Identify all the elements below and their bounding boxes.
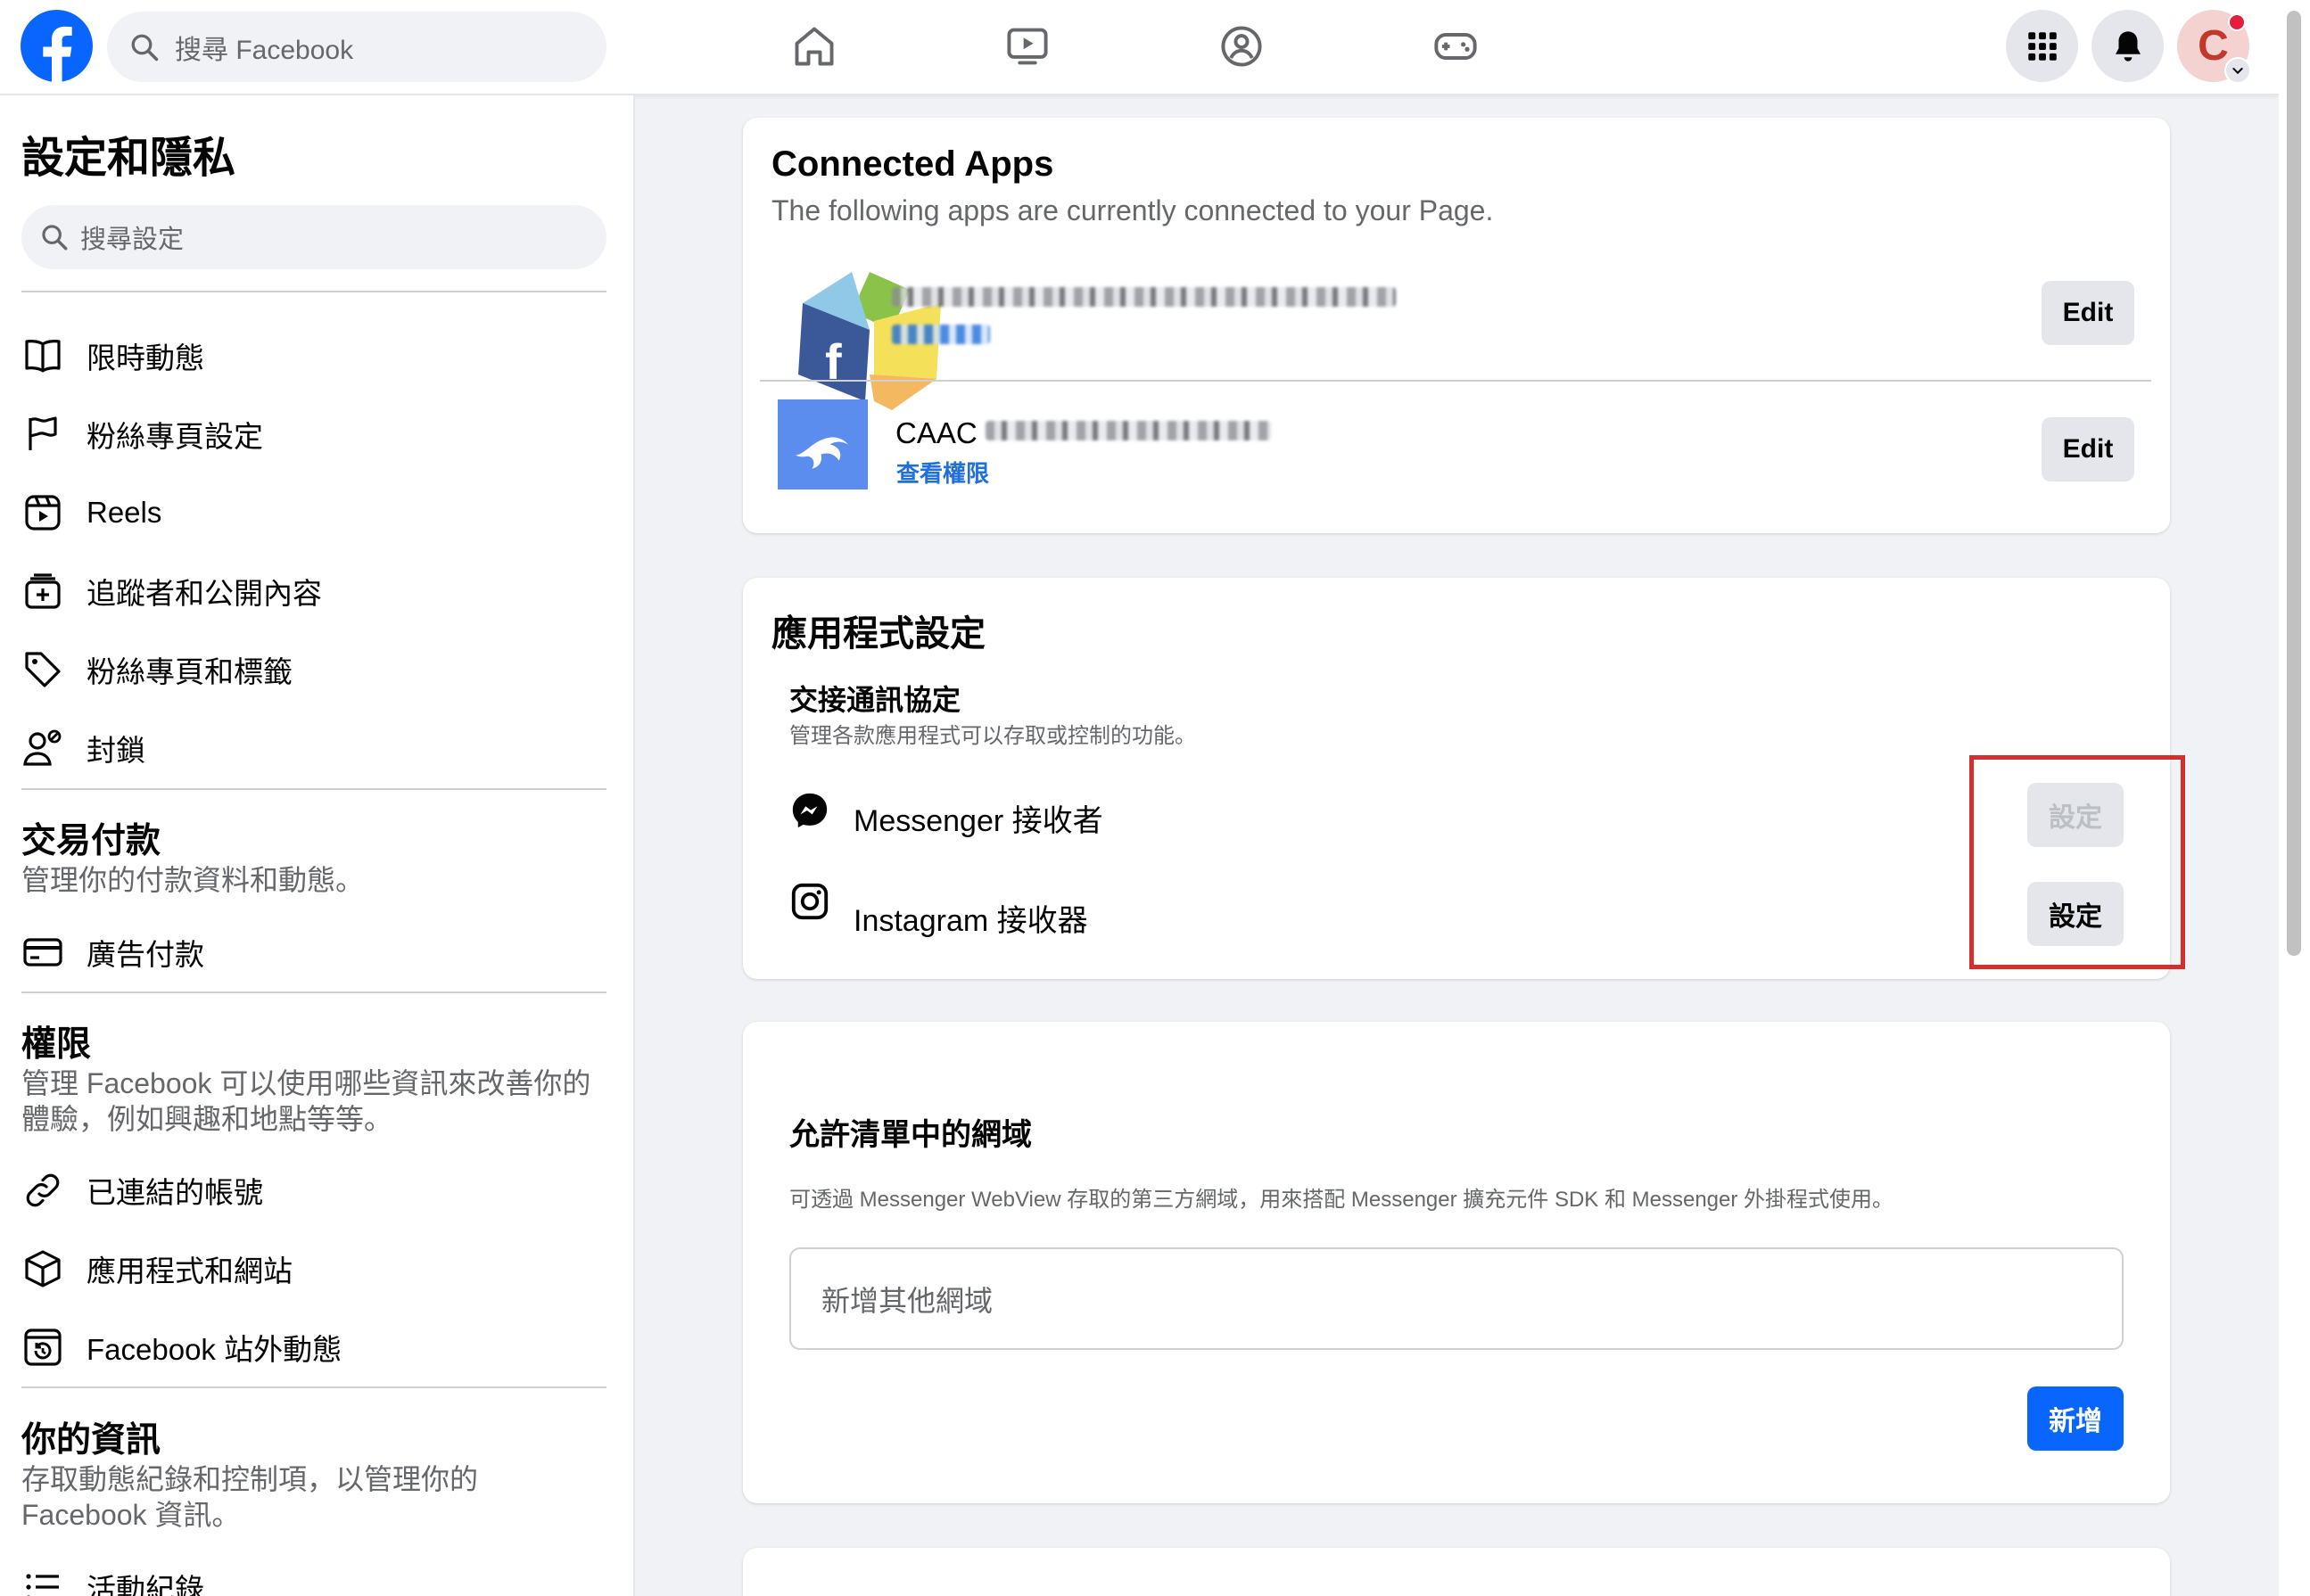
sidebar-item-label: 封鎖	[87, 734, 145, 767]
credit-card-icon	[23, 938, 62, 967]
menu-grid-icon[interactable]	[2006, 10, 2078, 82]
sidebar-item-label: 追蹤者和公開內容	[87, 577, 322, 610]
sidebar-item-page-settings[interactable]: 粉絲專頁設定	[21, 402, 606, 466]
person-block-icon	[23, 729, 62, 766]
instagram-icon	[789, 881, 830, 922]
sidebar-item-label: 限時動態	[87, 341, 204, 374]
edit-app-button[interactable]: Edit	[2042, 281, 2134, 345]
domain-input-placeholder: 新增其他網域	[821, 1284, 994, 1317]
connected-apps-title: Connected Apps	[771, 144, 1054, 184]
domain-input[interactable]: 新增其他網域	[789, 1247, 2124, 1350]
search-icon	[131, 34, 159, 61]
sidebar-item-linked-accounts[interactable]: 已連結的帳號	[21, 1158, 606, 1222]
highlight-box	[1969, 755, 2185, 969]
stack-plus-icon	[25, 573, 61, 609]
account-avatar[interactable]: C	[2177, 10, 2251, 84]
section-desc-permissions: 管理 Facebook 可以使用哪些資訊來改善你的體驗，例如興趣和地點等等。	[21, 1067, 591, 1135]
caac-app-logo-icon	[778, 399, 868, 489]
divider	[21, 991, 606, 993]
whitelist-title: 允許清單中的網域	[789, 1118, 1032, 1152]
facebook-search-input[interactable]: 搜尋 Facebook	[107, 12, 606, 82]
scrollbar-thumb[interactable]	[2287, 11, 2301, 956]
settings-search-input[interactable]: 搜尋設定	[21, 205, 606, 269]
whitelist-desc: 可透過 Messenger WebView 存取的第三方網域，用來搭配 Mess…	[789, 1188, 1894, 1212]
sidebar-item-label: Facebook 站外動態	[87, 1333, 342, 1366]
sidebar-title: 設定和隱私	[21, 135, 236, 182]
add-domain-button[interactable]: 新增	[2027, 1386, 2124, 1451]
gaming-icon[interactable]	[1429, 20, 1482, 73]
next-card	[743, 1548, 2170, 1596]
sidebar-item-blocking[interactable]: 封鎖	[21, 716, 606, 780]
sidebar-item-activity-log[interactable]: 活動紀錄	[21, 1555, 606, 1596]
app-link-redacted[interactable]	[892, 325, 990, 344]
messenger-icon	[789, 790, 830, 831]
connected-apps-subtitle: The following apps are currently connect…	[771, 194, 1494, 226]
sidebar-item-reels[interactable]: Reels	[21, 481, 606, 545]
sidebar-item-label: 廣告付款	[87, 938, 204, 971]
sidebar-item-ad-payments[interactable]: 廣告付款	[21, 920, 606, 984]
section-title-permissions: 權限	[21, 1025, 92, 1064]
handover-protocol-desc: 管理各款應用程式可以存取或控制的功能。	[789, 724, 1196, 748]
app-name-redacted	[892, 287, 1396, 307]
messenger-receiver-label: Messenger 接收者	[854, 804, 1103, 838]
sidebar-item-label: 粉絲專頁設定	[87, 420, 263, 453]
sidebar-item-followers[interactable]: 追蹤者和公開內容	[21, 559, 606, 623]
flag-icon	[29, 416, 57, 450]
search-icon	[42, 225, 68, 251]
instagram-receiver-label: Instagram 接收器	[854, 904, 1088, 938]
section-title-payments: 交易付款	[21, 822, 161, 860]
sidebar-item-label: 粉絲專頁和標籤	[87, 655, 293, 688]
sidebar-item-label: 應用程式和網站	[87, 1255, 293, 1287]
sidebar-item-tagging[interactable]: 粉絲專頁和標籤	[21, 638, 606, 702]
search-placeholder: 搜尋 Facebook	[175, 35, 354, 65]
divider	[21, 1386, 606, 1388]
app-id-redacted	[986, 421, 1271, 440]
section-title-your-info: 你的資訊	[21, 1421, 161, 1460]
link-icon	[26, 1173, 60, 1207]
sidebar-item-label: 已連結的帳號	[87, 1176, 263, 1209]
chevron-down-icon[interactable]	[2224, 57, 2251, 84]
section-desc-your-info: 存取動態紀錄和控制項，以管理你的 Facebook 資訊。	[21, 1463, 479, 1531]
notifications-bell-icon[interactable]	[2091, 10, 2164, 82]
settings-sidebar: 設定和隱私 搜尋設定 限時動態 粉絲專頁設定 Reels 追蹤者和公開內容 粉絲…	[0, 95, 635, 1596]
sidebar-item-label: 活動紀錄	[87, 1573, 204, 1596]
video-icon[interactable]	[1001, 20, 1054, 73]
handover-protocol-title: 交接通訊協定	[789, 684, 961, 716]
divider	[21, 788, 606, 790]
groups-icon[interactable]	[1215, 20, 1268, 73]
sidebar-item-label: Reels	[87, 496, 162, 529]
facebook-logo-icon[interactable]	[21, 10, 93, 82]
edit-caac-button[interactable]: Edit	[2042, 417, 2134, 481]
sidebar-item-apps-websites[interactable]: 應用程式和網站	[21, 1237, 606, 1301]
app-settings-title: 應用程式設定	[771, 614, 986, 654]
divider	[760, 380, 2151, 382]
sidebar-item-stories[interactable]: 限時動態	[21, 324, 606, 388]
avatar-letter: C	[2198, 22, 2229, 70]
settings-search-placeholder: 搜尋設定	[80, 226, 185, 254]
reels-icon	[25, 495, 61, 531]
list-icon	[26, 1574, 59, 1596]
caac-app-name: CAAC	[895, 416, 978, 449]
page-scrollbar[interactable]	[2279, 0, 2310, 1596]
section-desc-payments: 管理你的付款資料和動態。	[21, 864, 365, 896]
cube-icon	[25, 1250, 61, 1287]
top-navigation-bar: 搜尋 Facebook C	[0, 0, 2279, 95]
book-icon	[25, 340, 61, 373]
sidebar-item-off-facebook-activity[interactable]: Facebook 站外動態	[21, 1315, 606, 1379]
divider	[21, 291, 606, 292]
view-permissions-link[interactable]: 查看權限	[896, 456, 989, 489]
notification-dot	[2228, 13, 2246, 31]
history-icon	[24, 1329, 62, 1366]
tag-icon	[25, 652, 61, 687]
home-icon[interactable]	[788, 20, 841, 73]
